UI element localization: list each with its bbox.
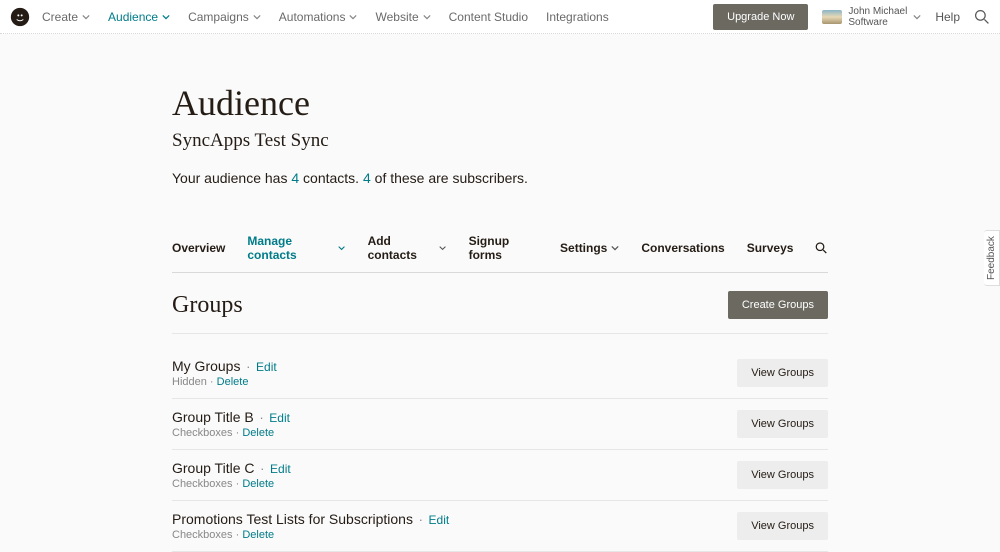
group-type: Checkboxes [172,427,233,439]
edit-link[interactable]: Edit [269,411,290,425]
group-meta: Hidden · Delete [172,376,277,388]
group-type: Checkboxes [172,478,233,490]
section-title: Groups [172,292,243,319]
nav-item-automations[interactable]: Automations [279,10,358,24]
audience-name: SyncApps Test Sync [172,130,828,152]
group-type: Hidden [172,376,207,388]
primary-nav: Create Audience Campaigns Automations Websit… [42,10,609,24]
delete-link[interactable]: Delete [242,529,274,541]
chevron-down-icon [423,13,431,21]
edit-link[interactable]: Edit [256,360,277,374]
nav-item-integrations[interactable]: Integrations [546,10,609,24]
edit-link[interactable]: Edit [429,513,450,527]
nav-item-audience[interactable]: Audience [108,10,170,24]
page-title: Audience [172,82,828,124]
nav-item-campaigns[interactable]: Campaigns [188,10,261,24]
chevron-down-icon [349,13,357,21]
group-type: Checkboxes [172,529,233,541]
chevron-down-icon [82,13,90,21]
subnav-overview[interactable]: Overview [172,241,225,255]
edit-link[interactable]: Edit [270,462,291,476]
nav-item-create[interactable]: Create [42,10,90,24]
group-title: Group Title C [172,460,254,476]
groups-list: My Groups · Edit Hidden · Delete View Grou… [172,348,828,552]
account-avatar [822,10,842,24]
account-name: John Michael Software [848,6,907,28]
chevron-down-icon [253,13,261,21]
group-title: Promotions Test Lists for Subscriptions [172,511,413,527]
group-title: Group Title B [172,409,254,425]
group-meta: Checkboxes · Delete [172,427,290,439]
nav-right: Upgrade Now John Michael Software Help [713,4,990,30]
search-icon[interactable] [974,9,990,25]
subnav-signup-forms[interactable]: Signup forms [469,234,538,262]
feedback-tab[interactable]: Feedback [984,230,1000,286]
separator: · [242,359,254,374]
help-link[interactable]: Help [935,10,960,24]
create-groups-button[interactable]: Create Groups [728,291,828,319]
upgrade-button[interactable]: Upgrade Now [713,4,808,30]
chevron-down-icon [162,13,170,21]
chevron-down-icon [611,244,619,252]
main-content: Audience SyncApps Test Sync Your audienc… [172,34,828,552]
subnav-add-contacts[interactable]: Add contacts [368,234,447,262]
audience-stats: Your audience has 4 contacts. 4 of these… [172,170,828,186]
separator: · [415,512,427,527]
groups-header: Groups Create Groups [172,291,828,334]
view-groups-button[interactable]: View Groups [737,410,828,438]
subnav-manage-contacts[interactable]: Manage contacts [247,234,345,262]
separator: · [256,461,268,476]
delete-link[interactable]: Delete [242,478,274,490]
delete-link[interactable]: Delete [242,427,274,439]
nav-item-website[interactable]: Website [375,10,430,24]
chevron-down-icon [439,244,446,252]
group-row: Promotions Test Lists for Subscriptions … [172,501,828,552]
chevron-down-icon [338,244,345,252]
contact-count: 4 [291,170,299,186]
chevron-down-icon [913,13,921,21]
group-meta: Checkboxes · Delete [172,529,449,541]
audience-subnav: Overview Manage contacts Add contacts Signu… [172,234,828,273]
group-row: Group Title C · Edit Checkboxes · Delete V… [172,450,828,501]
search-icon[interactable] [815,241,828,255]
group-row: Group Title B · Edit Checkboxes · Delete V… [172,399,828,450]
account-menu[interactable]: John Michael Software [822,6,921,28]
top-nav-bar: Create Audience Campaigns Automations Websit… [0,0,1000,34]
nav-item-content-studio[interactable]: Content Studio [449,10,528,24]
delete-link[interactable]: Delete [217,376,249,388]
subscriber-count: 4 [363,170,371,186]
mailchimp-logo-icon [10,7,30,27]
view-groups-button[interactable]: View Groups [737,461,828,489]
group-meta: Checkboxes · Delete [172,478,291,490]
brand-logo[interactable] [10,7,30,27]
group-row: My Groups · Edit Hidden · Delete View Grou… [172,348,828,399]
group-title: My Groups [172,358,240,374]
separator: · [256,410,268,425]
subnav-conversations[interactable]: Conversations [641,241,724,255]
subnav-surveys[interactable]: Surveys [747,241,794,255]
subnav-settings[interactable]: Settings [560,241,619,255]
view-groups-button[interactable]: View Groups [737,512,828,540]
view-groups-button[interactable]: View Groups [737,359,828,387]
